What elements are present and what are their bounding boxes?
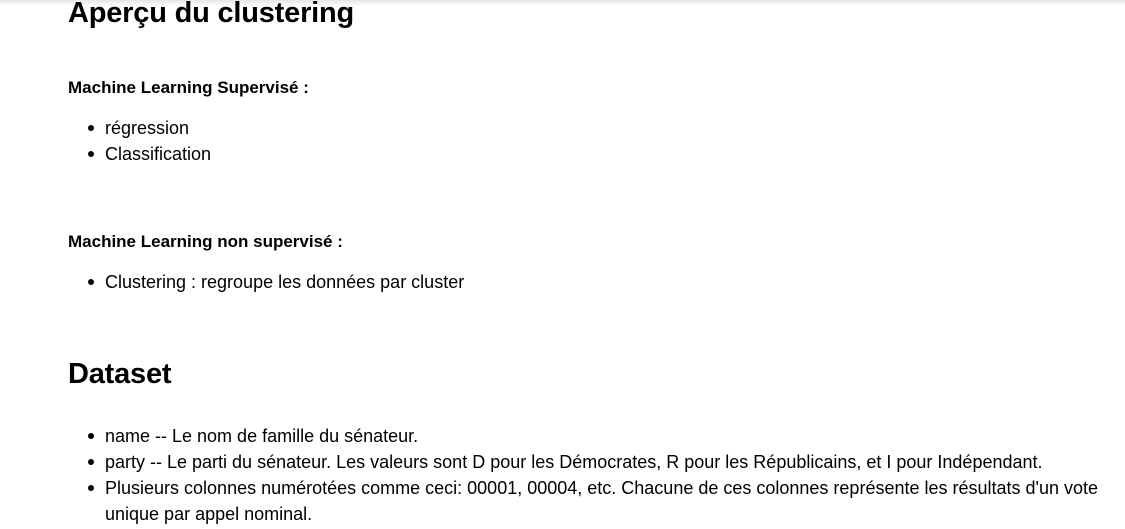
list-item: party -- Le parti du sénateur. Les valeu… — [88, 449, 1110, 475]
dataset-list: name -- Le nom de famille du sénateur. p… — [68, 423, 1110, 527]
unsupervised-heading: Machine Learning non supervisé : — [68, 232, 343, 251]
list-item: name -- Le nom de famille du sénateur. — [88, 423, 1110, 449]
list-item: Clustering : regroupe les données par cl… — [87, 269, 464, 295]
notebook-page: Aperçu du clustering Machine Learning Su… — [0, 0, 1125, 529]
supervised-list: régression Classification — [68, 115, 211, 167]
list-item: régression — [87, 115, 211, 141]
list-item: Plusieurs colonnes numérotées comme ceci… — [88, 475, 1110, 527]
unsupervised-list: Clustering : regroupe les données par cl… — [68, 269, 464, 295]
list-item: Classification — [87, 141, 211, 167]
section-title-clustering: Aperçu du clustering — [68, 0, 355, 29]
supervised-heading: Machine Learning Supervisé : — [68, 78, 309, 97]
section-title-dataset: Dataset — [68, 358, 172, 390]
